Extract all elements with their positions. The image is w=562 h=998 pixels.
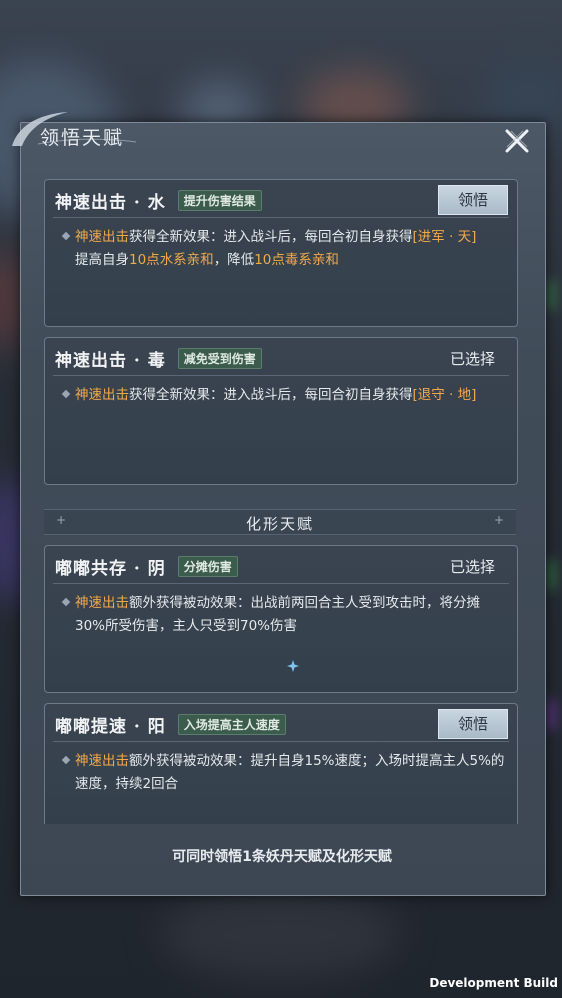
bullet-diamond-icon bbox=[61, 755, 71, 765]
section-header-huaxing: + 化形天赋 + bbox=[44, 509, 516, 535]
talent-description: 神速出击额外获得被动效果：出战前两回合主人受到攻击时，将分摊30%所受伤害，主人… bbox=[75, 592, 507, 638]
talent-tag: 减免受到伤害 bbox=[177, 348, 262, 369]
bullet-diamond-icon bbox=[61, 231, 71, 241]
selected-status: 已选择 bbox=[449, 558, 495, 576]
selected-status: 已选择 bbox=[449, 350, 495, 368]
divider bbox=[53, 217, 509, 218]
close-button[interactable] bbox=[502, 126, 532, 156]
bullet-diamond-icon bbox=[61, 389, 71, 399]
talent-card-du[interactable]: 神速出击 · 毒 减免受到伤害 已选择 神速出击获得全新效果：进入战斗后，每回合… bbox=[44, 337, 518, 485]
skill-name: 神速出击 bbox=[75, 595, 129, 611]
talent-tag: 入场提高主人速度 bbox=[177, 714, 286, 735]
talent-description: 神速出击额外获得被动效果：提升自身15%速度；入场时提高主人5%的速度，持续2回… bbox=[75, 750, 507, 796]
skill-name: 神速出击 bbox=[75, 387, 129, 403]
talent-card-shui: 神速出击 · 水 提升伤害结果 领悟 神速出击获得全新效果：进入战斗后，每回合初… bbox=[44, 179, 518, 327]
divider bbox=[53, 583, 509, 584]
talent-card-yang: 嘟嘟提速 · 阳 入场提高主人速度 领悟 神速出击额外获得被动效果：提升自身15… bbox=[44, 703, 518, 824]
talent-card-yin[interactable]: 嘟嘟共存 · 阴 分摊伤害 已选择 神速出击额外获得被动效果：出战前两回合主人受… bbox=[44, 545, 518, 693]
talent-description: 神速出击获得全新效果：进入战斗后，每回合初自身获得[退守 · 地] bbox=[75, 384, 507, 407]
footer-note: 可同时领悟1条妖丹天赋及化形天赋 bbox=[172, 849, 392, 865]
desc-text: 额外获得被动效果：提升自身15%速度；入场时提高主人5%的速度，持续2回合 bbox=[75, 753, 505, 792]
desc-text: 获得全新效果：进入战斗后，每回合初自身获得 bbox=[129, 229, 413, 245]
attr-1: 水系亲和 bbox=[159, 252, 214, 268]
divider bbox=[53, 375, 509, 376]
talent-tag: 提升伤害结果 bbox=[177, 190, 262, 211]
section-plus-right: + bbox=[493, 513, 504, 527]
buff-name: [退守 · 地] bbox=[412, 387, 477, 403]
sparkle-icon bbox=[287, 660, 299, 672]
bullet-diamond-icon bbox=[61, 597, 71, 607]
talent-name: 嘟嘟共存 · 阴 bbox=[55, 559, 166, 579]
learn-button[interactable]: 领悟 bbox=[438, 709, 508, 739]
value-2: 10点 bbox=[254, 252, 285, 268]
learn-button[interactable]: 领悟 bbox=[438, 185, 508, 215]
skill-name: 神速出击 bbox=[75, 753, 129, 769]
talent-name: 神速出击 · 毒 bbox=[55, 351, 166, 371]
section-title: 化形天赋 bbox=[245, 515, 314, 533]
close-x-icon bbox=[505, 129, 529, 153]
desc-text: 获得全新效果：进入战斗后，每回合初自身获得 bbox=[129, 387, 413, 403]
talent-name: 嘟嘟提速 · 阳 bbox=[55, 717, 166, 737]
talent-name: 神速出击 · 水 bbox=[55, 193, 166, 213]
desc-text: 额外获得被动效果：出战前两回合主人受到攻击时，将分摊30%所受伤害，主人只受到7… bbox=[75, 595, 480, 634]
desc-mid: ，降低 bbox=[213, 252, 255, 268]
value-1: 10点 bbox=[129, 252, 160, 268]
desc-line2-prefix: 提高自身 bbox=[75, 252, 129, 268]
talent-tag: 分摊伤害 bbox=[177, 556, 238, 577]
buff-name: [进军 · 天] bbox=[412, 229, 477, 245]
divider bbox=[53, 741, 509, 742]
skill-name: 神速出击 bbox=[75, 229, 129, 245]
panel-title: 领悟天赋 bbox=[40, 127, 125, 149]
attr-2: 毒系亲和 bbox=[284, 252, 339, 268]
talent-description: 神速出击获得全新效果：进入战斗后，每回合初自身获得[进军 · 天] 提高自身10… bbox=[75, 226, 507, 272]
development-build-label: Development Build bbox=[429, 976, 558, 990]
